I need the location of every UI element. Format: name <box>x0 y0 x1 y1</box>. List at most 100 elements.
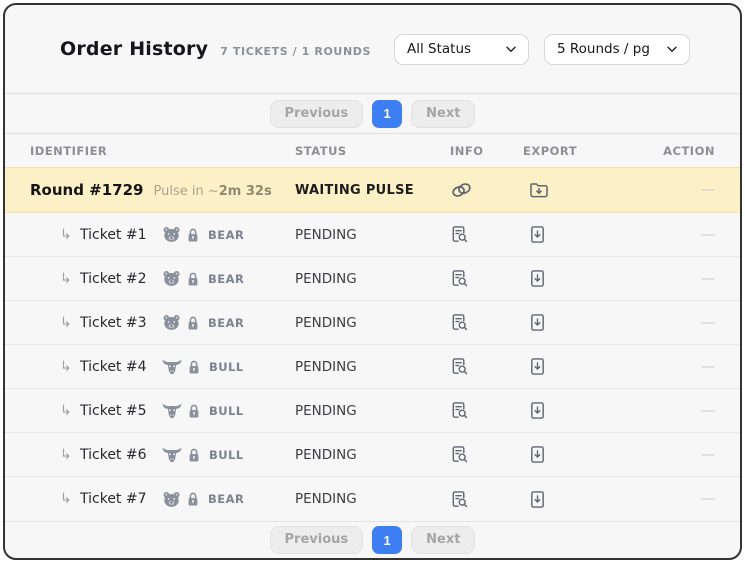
action-dash: — <box>653 447 715 463</box>
side-label: BEAR <box>208 228 244 242</box>
pagination-top: Previous 1 Next <box>5 93 740 133</box>
branch-arrow-icon: ↳ <box>60 447 80 463</box>
file-download-icon <box>529 313 546 332</box>
status-filter-value: All Status <box>407 41 471 57</box>
ticket-status: PENDING <box>295 271 445 287</box>
branch-arrow-icon: ↳ <box>60 403 80 419</box>
column-info: INFO <box>445 144 523 158</box>
ticket-info-button[interactable] <box>450 445 469 464</box>
column-identifier: IDENTIFIER <box>30 144 295 158</box>
ticket-status: PENDING <box>295 491 445 507</box>
ticket-label: Ticket #6 <box>80 447 148 463</box>
branch-arrow-icon: ↳ <box>60 271 80 287</box>
round-info-link-button[interactable] <box>450 181 473 199</box>
bear-icon <box>162 314 181 331</box>
ticket-status: PENDING <box>295 227 445 243</box>
ticket-label: Ticket #3 <box>80 315 148 331</box>
ticket-info-button[interactable] <box>450 225 469 244</box>
page-title: Order History <box>60 38 208 60</box>
lock-icon <box>186 491 200 507</box>
lock-icon <box>187 447 201 463</box>
ticket-export-button[interactable] <box>529 445 546 464</box>
ticket-label: Ticket #5 <box>80 403 148 419</box>
column-status: STATUS <box>295 144 445 158</box>
table-row: ↳ Ticket #1 <box>5 213 740 257</box>
action-dash: — <box>653 271 715 287</box>
table-header: IDENTIFIER STATUS INFO EXPORT ACTION <box>5 133 740 167</box>
next-page-button[interactable]: Next <box>411 100 475 128</box>
bull-icon <box>162 446 182 463</box>
action-dash: — <box>653 359 715 375</box>
panel-header: Order History 7 TICKETS / 1 ROUNDS All S… <box>5 5 740 93</box>
action-dash: — <box>653 403 715 419</box>
ticket-info-button[interactable] <box>450 313 469 332</box>
ticket-status: PENDING <box>295 359 445 375</box>
action-dash: — <box>653 491 715 507</box>
table-row: ↳ Ticket #3 <box>5 301 740 345</box>
chevron-down-icon <box>506 46 516 53</box>
ticket-export-button[interactable] <box>529 357 546 376</box>
file-search-icon <box>450 313 469 332</box>
bear-icon <box>162 226 181 243</box>
ticket-info-button[interactable] <box>450 269 469 288</box>
file-download-icon <box>529 445 546 464</box>
file-search-icon <box>450 357 469 376</box>
lock-icon <box>186 315 200 331</box>
ticket-label: Ticket #1 <box>80 227 148 243</box>
ticket-info-button[interactable] <box>450 357 469 376</box>
file-download-icon <box>529 357 546 376</box>
status-filter-select[interactable]: All Status <box>394 34 529 65</box>
ticket-label: Ticket #2 <box>80 271 148 287</box>
branch-arrow-icon: ↳ <box>60 359 80 375</box>
file-search-icon <box>450 269 469 288</box>
file-download-icon <box>529 401 546 420</box>
order-history-panel: Order History 7 TICKETS / 1 ROUNDS All S… <box>3 3 742 560</box>
pulse-countdown: Pulse in ~2m 32s <box>154 184 272 199</box>
column-action: ACTION <box>653 144 715 158</box>
page-size-select[interactable]: 5 Rounds / pg <box>544 34 690 65</box>
ticket-export-button[interactable] <box>529 225 546 244</box>
file-download-icon <box>529 225 546 244</box>
pagination-bottom: Previous 1 Next <box>5 521 740 558</box>
ticket-status: PENDING <box>295 315 445 331</box>
previous-page-button[interactable]: Previous <box>270 526 364 554</box>
table-row: ↳ Ticket #2 <box>5 257 740 301</box>
side-label: BEAR <box>208 272 244 286</box>
page-size-value: 5 Rounds / pg <box>557 41 650 57</box>
round-status: WAITING PULSE <box>295 183 445 198</box>
ticket-info-button[interactable] <box>450 401 469 420</box>
file-download-icon <box>529 269 546 288</box>
ticket-export-button[interactable] <box>529 313 546 332</box>
chevron-down-icon <box>667 46 677 53</box>
ticket-status: PENDING <box>295 403 445 419</box>
ticket-info-button[interactable] <box>450 490 469 509</box>
side-label: BULL <box>209 404 244 418</box>
next-page-button[interactable]: Next <box>411 526 475 554</box>
previous-page-button[interactable]: Previous <box>270 100 364 128</box>
branch-arrow-icon: ↳ <box>60 315 80 331</box>
round-export-button[interactable] <box>529 181 549 199</box>
ticket-export-button[interactable] <box>529 269 546 288</box>
side-label: BULL <box>209 448 244 462</box>
ticket-export-button[interactable] <box>529 401 546 420</box>
bear-icon <box>162 491 181 508</box>
round-label: Round #1729 <box>30 181 144 199</box>
ticket-round-count: 7 TICKETS / 1 ROUNDS <box>220 45 371 58</box>
table-row: ↳ Ticket #4 <box>5 345 740 389</box>
column-export: EXPORT <box>523 144 653 158</box>
file-search-icon <box>450 401 469 420</box>
file-search-icon <box>450 490 469 509</box>
folder-download-icon <box>529 181 549 199</box>
lock-icon <box>186 271 200 287</box>
table-row: ↳ Ticket #6 <box>5 433 740 477</box>
ticket-label: Ticket #7 <box>80 491 148 507</box>
side-label: BULL <box>209 360 244 374</box>
lock-icon <box>187 403 201 419</box>
current-page-button[interactable]: 1 <box>372 100 402 128</box>
side-label: BEAR <box>208 316 244 330</box>
ticket-export-button[interactable] <box>529 490 546 509</box>
current-page-button[interactable]: 1 <box>372 526 402 554</box>
ticket-label: Ticket #4 <box>80 359 148 375</box>
side-label: BEAR <box>208 492 244 506</box>
file-download-icon <box>529 490 546 509</box>
